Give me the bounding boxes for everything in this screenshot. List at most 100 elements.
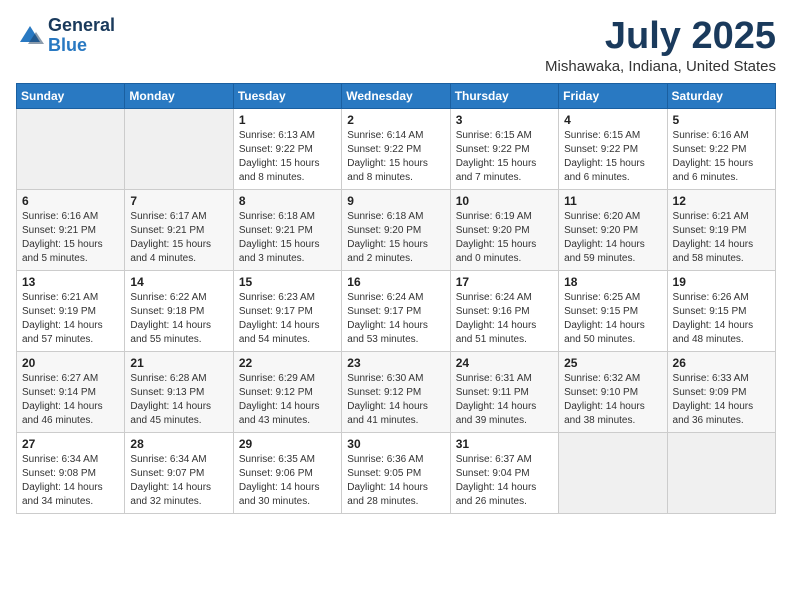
calendar-cell bbox=[667, 432, 775, 513]
day-detail: Sunrise: 6:21 AM Sunset: 9:19 PM Dayligh… bbox=[673, 210, 770, 266]
calendar-cell: 9Sunrise: 6:18 AM Sunset: 9:20 PM Daylig… bbox=[342, 189, 450, 270]
day-number: 12 bbox=[673, 194, 770, 208]
day-detail: Sunrise: 6:36 AM Sunset: 9:05 PM Dayligh… bbox=[347, 453, 444, 509]
calendar-week-row: 27 Sunrise: 6:34 AM Sunset: 9:08 PM Dayli… bbox=[17, 432, 776, 513]
title-block: July 2025 Mishawaka, Indiana, United Sta… bbox=[545, 16, 776, 75]
calendar-body: 1 Sunrise: 6:13 AM Sunset: 9:22 PM Daylig… bbox=[17, 108, 776, 513]
logo-icon bbox=[16, 22, 44, 50]
day-detail: Sunrise: 6:35 AM Sunset: 9:06 PM Dayligh… bbox=[239, 453, 336, 509]
day-number: 14 bbox=[130, 275, 227, 289]
day-detail: Sunrise: 6:21 AM Sunset: 9:19 PM Dayligh… bbox=[22, 291, 119, 347]
day-number: 5 bbox=[673, 113, 770, 127]
logo-text: General Blue bbox=[48, 16, 115, 56]
day-number: 28 bbox=[130, 437, 227, 451]
weekday-header: Wednesday bbox=[342, 83, 450, 108]
day-detail: Sunrise: 6:16 AM Sunset: 9:21 PM Dayligh… bbox=[22, 210, 119, 266]
weekday-header: Saturday bbox=[667, 83, 775, 108]
day-detail: Sunrise: 6:31 AM Sunset: 9:11 PM Dayligh… bbox=[456, 372, 553, 428]
calendar-cell bbox=[17, 108, 125, 189]
calendar-week-row: 13 Sunrise: 6:21 AM Sunset: 9:19 PM Dayli… bbox=[17, 270, 776, 351]
calendar-cell: 29 Sunrise: 6:35 AM Sunset: 9:06 PM Dayli… bbox=[233, 432, 341, 513]
day-number: 2 bbox=[347, 113, 444, 127]
calendar-cell: 19 Sunrise: 6:26 AM Sunset: 9:15 PM Dayli… bbox=[667, 270, 775, 351]
day-number: 10 bbox=[456, 194, 553, 208]
day-detail: Sunrise: 6:20 AM Sunset: 9:20 PM Dayligh… bbox=[564, 210, 661, 266]
calendar-cell: 27 Sunrise: 6:34 AM Sunset: 9:08 PM Dayli… bbox=[17, 432, 125, 513]
day-number: 8 bbox=[239, 194, 336, 208]
day-number: 22 bbox=[239, 356, 336, 370]
day-number: 1 bbox=[239, 113, 336, 127]
day-number: 26 bbox=[673, 356, 770, 370]
calendar-cell: 3 Sunrise: 6:15 AM Sunset: 9:22 PM Daylig… bbox=[450, 108, 558, 189]
day-detail: Sunrise: 6:37 AM Sunset: 9:04 PM Dayligh… bbox=[456, 453, 553, 509]
calendar-cell: 11 Sunrise: 6:20 AM Sunset: 9:20 PM Dayli… bbox=[559, 189, 667, 270]
calendar-cell: 10 Sunrise: 6:19 AM Sunset: 9:20 PM Dayli… bbox=[450, 189, 558, 270]
day-number: 3 bbox=[456, 113, 553, 127]
day-number: 20 bbox=[22, 356, 119, 370]
day-number: 11 bbox=[564, 194, 661, 208]
day-detail: Sunrise: 6:26 AM Sunset: 9:15 PM Dayligh… bbox=[673, 291, 770, 347]
day-detail: Sunrise: 6:16 AM Sunset: 9:22 PM Dayligh… bbox=[673, 129, 770, 185]
calendar-cell: 1 Sunrise: 6:13 AM Sunset: 9:22 PM Daylig… bbox=[233, 108, 341, 189]
calendar-cell: 25Sunrise: 6:32 AM Sunset: 9:10 PM Dayli… bbox=[559, 351, 667, 432]
calendar-cell: 7 Sunrise: 6:17 AM Sunset: 9:21 PM Daylig… bbox=[125, 189, 233, 270]
calendar-cell: 12 Sunrise: 6:21 AM Sunset: 9:19 PM Dayli… bbox=[667, 189, 775, 270]
day-detail: Sunrise: 6:23 AM Sunset: 9:17 PM Dayligh… bbox=[239, 291, 336, 347]
day-number: 31 bbox=[456, 437, 553, 451]
weekday-header: Friday bbox=[559, 83, 667, 108]
day-number: 30 bbox=[347, 437, 444, 451]
day-number: 23 bbox=[347, 356, 444, 370]
day-number: 19 bbox=[673, 275, 770, 289]
day-number: 6 bbox=[22, 194, 119, 208]
page-header: General Blue July 2025 Mishawaka, Indian… bbox=[16, 16, 776, 75]
day-number: 18 bbox=[564, 275, 661, 289]
day-number: 15 bbox=[239, 275, 336, 289]
weekday-row: SundayMondayTuesdayWednesdayThursdayFrid… bbox=[17, 83, 776, 108]
calendar-cell: 6 Sunrise: 6:16 AM Sunset: 9:21 PM Daylig… bbox=[17, 189, 125, 270]
day-number: 24 bbox=[456, 356, 553, 370]
day-detail: Sunrise: 6:24 AM Sunset: 9:17 PM Dayligh… bbox=[347, 291, 444, 347]
day-detail: Sunrise: 6:17 AM Sunset: 9:21 PM Dayligh… bbox=[130, 210, 227, 266]
calendar-week-row: 6 Sunrise: 6:16 AM Sunset: 9:21 PM Daylig… bbox=[17, 189, 776, 270]
day-detail: Sunrise: 6:34 AM Sunset: 9:08 PM Dayligh… bbox=[22, 453, 119, 509]
day-detail: Sunrise: 6:13 AM Sunset: 9:22 PM Dayligh… bbox=[239, 129, 336, 185]
day-detail: Sunrise: 6:25 AM Sunset: 9:15 PM Dayligh… bbox=[564, 291, 661, 347]
day-number: 29 bbox=[239, 437, 336, 451]
day-detail: Sunrise: 6:27 AM Sunset: 9:14 PM Dayligh… bbox=[22, 372, 119, 428]
calendar-cell: 31 Sunrise: 6:37 AM Sunset: 9:04 PM Dayli… bbox=[450, 432, 558, 513]
calendar-header: SundayMondayTuesdayWednesdayThursdayFrid… bbox=[17, 83, 776, 108]
weekday-header: Tuesday bbox=[233, 83, 341, 108]
day-number: 27 bbox=[22, 437, 119, 451]
calendar-cell: 2Sunrise: 6:14 AM Sunset: 9:22 PM Daylig… bbox=[342, 108, 450, 189]
day-number: 9 bbox=[347, 194, 444, 208]
day-number: 17 bbox=[456, 275, 553, 289]
weekday-header: Monday bbox=[125, 83, 233, 108]
day-number: 21 bbox=[130, 356, 227, 370]
calendar-table: SundayMondayTuesdayWednesdayThursdayFrid… bbox=[16, 83, 776, 514]
calendar-cell: 5 Sunrise: 6:16 AM Sunset: 9:22 PM Daylig… bbox=[667, 108, 775, 189]
calendar-cell: 16 Sunrise: 6:24 AM Sunset: 9:17 PM Dayli… bbox=[342, 270, 450, 351]
day-number: 13 bbox=[22, 275, 119, 289]
calendar-cell: 24 Sunrise: 6:31 AM Sunset: 9:11 PM Dayli… bbox=[450, 351, 558, 432]
day-detail: Sunrise: 6:33 AM Sunset: 9:09 PM Dayligh… bbox=[673, 372, 770, 428]
calendar-cell: 8 Sunrise: 6:18 AM Sunset: 9:21 PM Daylig… bbox=[233, 189, 341, 270]
calendar-cell bbox=[559, 432, 667, 513]
calendar-cell: 23Sunrise: 6:30 AM Sunset: 9:12 PM Dayli… bbox=[342, 351, 450, 432]
day-detail: Sunrise: 6:24 AM Sunset: 9:16 PM Dayligh… bbox=[456, 291, 553, 347]
day-detail: Sunrise: 6:15 AM Sunset: 9:22 PM Dayligh… bbox=[456, 129, 553, 185]
calendar-cell: 20 Sunrise: 6:27 AM Sunset: 9:14 PM Dayli… bbox=[17, 351, 125, 432]
calendar-subtitle: Mishawaka, Indiana, United States bbox=[545, 58, 776, 75]
day-detail: Sunrise: 6:15 AM Sunset: 9:22 PM Dayligh… bbox=[564, 129, 661, 185]
day-number: 7 bbox=[130, 194, 227, 208]
day-detail: Sunrise: 6:18 AM Sunset: 9:21 PM Dayligh… bbox=[239, 210, 336, 266]
day-detail: Sunrise: 6:32 AM Sunset: 9:10 PM Dayligh… bbox=[564, 372, 661, 428]
calendar-cell: 13 Sunrise: 6:21 AM Sunset: 9:19 PM Dayli… bbox=[17, 270, 125, 351]
calendar-cell: 30 Sunrise: 6:36 AM Sunset: 9:05 PM Dayli… bbox=[342, 432, 450, 513]
calendar-week-row: 20 Sunrise: 6:27 AM Sunset: 9:14 PM Dayli… bbox=[17, 351, 776, 432]
calendar-cell: 26 Sunrise: 6:33 AM Sunset: 9:09 PM Dayli… bbox=[667, 351, 775, 432]
day-detail: Sunrise: 6:19 AM Sunset: 9:20 PM Dayligh… bbox=[456, 210, 553, 266]
day-detail: Sunrise: 6:34 AM Sunset: 9:07 PM Dayligh… bbox=[130, 453, 227, 509]
calendar-week-row: 1 Sunrise: 6:13 AM Sunset: 9:22 PM Daylig… bbox=[17, 108, 776, 189]
day-number: 16 bbox=[347, 275, 444, 289]
day-detail: Sunrise: 6:28 AM Sunset: 9:13 PM Dayligh… bbox=[130, 372, 227, 428]
